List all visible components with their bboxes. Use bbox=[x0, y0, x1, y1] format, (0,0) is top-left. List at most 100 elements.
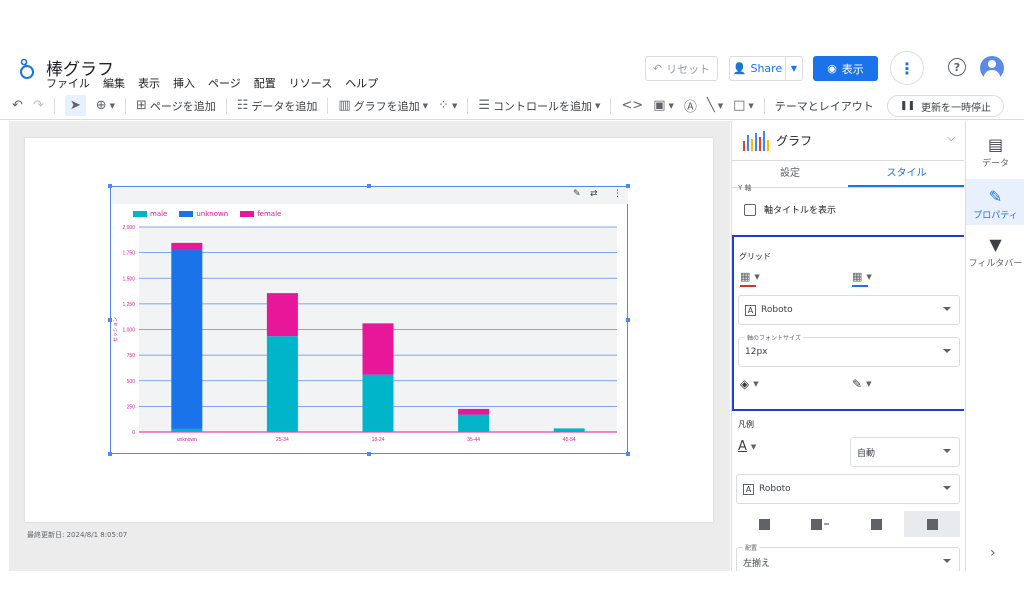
chevron-down-icon: ▼ bbox=[422, 101, 429, 110]
resize-handle[interactable] bbox=[626, 318, 630, 322]
y-tick-label: 0 bbox=[132, 430, 135, 436]
eye-icon: ◉ bbox=[827, 62, 837, 75]
select-cursor-icon[interactable]: ➤ bbox=[64, 95, 86, 116]
legend-layout-options bbox=[736, 511, 960, 537]
x-tick-label: 45-54 bbox=[563, 437, 576, 443]
divider bbox=[53, 97, 55, 114]
line-button[interactable]: ╲ ▼ bbox=[707, 98, 723, 113]
grid-color-picker[interactable]: ▦ ▼ bbox=[740, 270, 760, 283]
grid-section-title: グリッド bbox=[739, 252, 771, 261]
edit-pencil-icon[interactable]: ✎ bbox=[573, 189, 581, 199]
undo-icon[interactable]: ↶ bbox=[12, 98, 23, 113]
layout-icon bbox=[870, 518, 882, 530]
redo-icon[interactable]: ↷ bbox=[33, 98, 44, 113]
grid-color-underline bbox=[740, 285, 756, 287]
community-viz-icon: ⁘ bbox=[438, 98, 449, 113]
resize-handle[interactable] bbox=[367, 184, 371, 188]
menu-resource[interactable]: リソース bbox=[289, 75, 332, 91]
resize-handle[interactable] bbox=[108, 318, 112, 322]
fill-color-picker[interactable]: ◈ ▼ bbox=[740, 377, 759, 391]
side-rail: ▤ データ ✎ プロパティ ▼ フィルタバー › bbox=[965, 121, 1024, 571]
rail-item-data[interactable]: ▤ データ bbox=[966, 135, 1024, 175]
menu-page[interactable]: ページ bbox=[208, 75, 241, 91]
legend-font-select[interactable]: A Roboto bbox=[736, 474, 960, 504]
divider bbox=[763, 97, 765, 114]
resize-handle[interactable] bbox=[367, 452, 371, 456]
avatar[interactable] bbox=[980, 56, 1004, 80]
x-tick-label: unknown bbox=[177, 437, 197, 443]
help-icon[interactable]: ? bbox=[948, 58, 966, 76]
add-page-button[interactable]: ⊞ ページを追加 bbox=[136, 98, 216, 114]
chevron-down-icon: ▼ bbox=[866, 272, 872, 281]
grid-border-color-picker[interactable]: ▦ ▼ bbox=[852, 270, 872, 283]
chart-type-selector[interactable]: グラフ ⌵ bbox=[732, 121, 964, 161]
show-axis-title-checkbox[interactable]: 軸タイトルを表示 bbox=[744, 203, 836, 216]
menu-edit[interactable]: 編集 bbox=[103, 75, 125, 91]
community-viz-button[interactable]: ⁘ ▼ bbox=[438, 98, 457, 113]
resize-handle[interactable] bbox=[108, 184, 112, 188]
legend-position-select[interactable]: 自動 bbox=[850, 437, 960, 467]
dropdown-arrow-icon bbox=[943, 486, 951, 490]
legend-layout-left[interactable] bbox=[736, 511, 792, 537]
chevron-down-icon: ▼ bbox=[451, 101, 458, 110]
chart-menu-icon[interactable]: ⋮ bbox=[613, 189, 622, 199]
chevron-down-icon: ▼ bbox=[668, 101, 674, 110]
reset-button[interactable]: ↶ リセット bbox=[645, 56, 718, 81]
dropdown-arrow-icon bbox=[943, 449, 951, 453]
y-tick-label: 1,750 bbox=[122, 251, 135, 257]
tab-style[interactable]: スタイル bbox=[848, 161, 964, 187]
add-person-icon: 👤 bbox=[732, 62, 747, 75]
undo-arrow-icon: ↶ bbox=[652, 62, 663, 75]
pause-updates-button[interactable]: ❚❚ 更新を一時停止 bbox=[886, 95, 1004, 117]
axis-font-size-select[interactable]: 軸のフォントサイズ 12px bbox=[738, 333, 960, 367]
legend-layout-right[interactable] bbox=[792, 511, 848, 537]
rail-item-filter[interactable]: ▼ フィルタバー bbox=[966, 235, 1024, 275]
x-tick-label: 35-44 bbox=[467, 437, 480, 443]
menu-insert[interactable]: 挿入 bbox=[173, 75, 195, 91]
resize-handle[interactable] bbox=[108, 452, 112, 456]
more-options-icon[interactable]: ⋮ bbox=[890, 51, 924, 85]
bar-segment-male bbox=[266, 336, 298, 432]
grid-font-select[interactable]: A Roboto bbox=[738, 295, 960, 325]
layout-icon bbox=[811, 518, 822, 530]
theme-layout-button[interactable]: テーマとレイアウト bbox=[775, 98, 874, 114]
expand-chevron-icon[interactable]: › bbox=[990, 545, 996, 561]
dropdown-arrow-icon bbox=[943, 349, 951, 353]
legend-section-title: 凡例 bbox=[738, 420, 754, 429]
share-button[interactable]: 👤 Share ▼ bbox=[729, 56, 803, 81]
add-control-button[interactable]: ☰ コントロールを追加 ▼ bbox=[478, 98, 600, 114]
image-button[interactable]: ▣ ▼ bbox=[653, 98, 674, 113]
menu-help[interactable]: ヘルプ bbox=[345, 75, 378, 91]
rail-item-properties[interactable]: ✎ プロパティ bbox=[966, 179, 1024, 225]
resize-handle[interactable] bbox=[626, 184, 630, 188]
embed-code-icon[interactable]: <> bbox=[621, 98, 643, 113]
last-updated-text: 最終更新日: 2024/8/1 8:05:07 bbox=[27, 531, 128, 539]
pencil-icon: ✎ bbox=[988, 187, 1003, 206]
menu-file[interactable]: ファイル bbox=[46, 75, 90, 91]
zoom-button[interactable]: ⊕ ▼ bbox=[96, 98, 115, 113]
menu-arrange[interactable]: 配置 bbox=[254, 75, 276, 91]
text-icon[interactable]: Ⓐ bbox=[684, 96, 697, 115]
legend-text-color-picker[interactable]: A ▼ bbox=[738, 439, 756, 454]
y-tick-label: 2,000 bbox=[122, 225, 135, 231]
line-icon: ╲ bbox=[706, 98, 715, 113]
app-logo-icon[interactable] bbox=[18, 58, 36, 80]
y-tick-label: 500 bbox=[127, 379, 136, 385]
bar-segment-female bbox=[458, 408, 490, 415]
legend-layout-top[interactable] bbox=[848, 511, 904, 537]
font-icon: A bbox=[745, 304, 756, 316]
image-icon: ▣ bbox=[653, 98, 666, 113]
resize-handle[interactable] bbox=[626, 452, 630, 456]
border-color-picker[interactable]: ✎ ▼ bbox=[852, 377, 871, 391]
chart-action-icon[interactable]: ⇄ bbox=[590, 189, 598, 199]
shape-button[interactable]: □ ▼ bbox=[733, 98, 754, 113]
add-data-button[interactable]: ☷ データを追加 bbox=[237, 98, 318, 114]
legend-layout-bottom[interactable] bbox=[904, 511, 960, 537]
bar-segment-female bbox=[266, 293, 298, 337]
view-button[interactable]: ◉ 表示 bbox=[813, 56, 878, 81]
add-chart-button[interactable]: ▥ グラフを追加 ▼ bbox=[338, 98, 428, 114]
bar-chart-component[interactable]: ✎ ⇄ ⋮ male unknown female 0 250 500 750 1,00… bbox=[108, 184, 630, 456]
menu-view[interactable]: 表示 bbox=[138, 75, 160, 91]
alignment-select[interactable]: 配置 左揃え bbox=[736, 543, 960, 571]
share-dropdown-icon[interactable]: ▼ bbox=[786, 64, 802, 73]
